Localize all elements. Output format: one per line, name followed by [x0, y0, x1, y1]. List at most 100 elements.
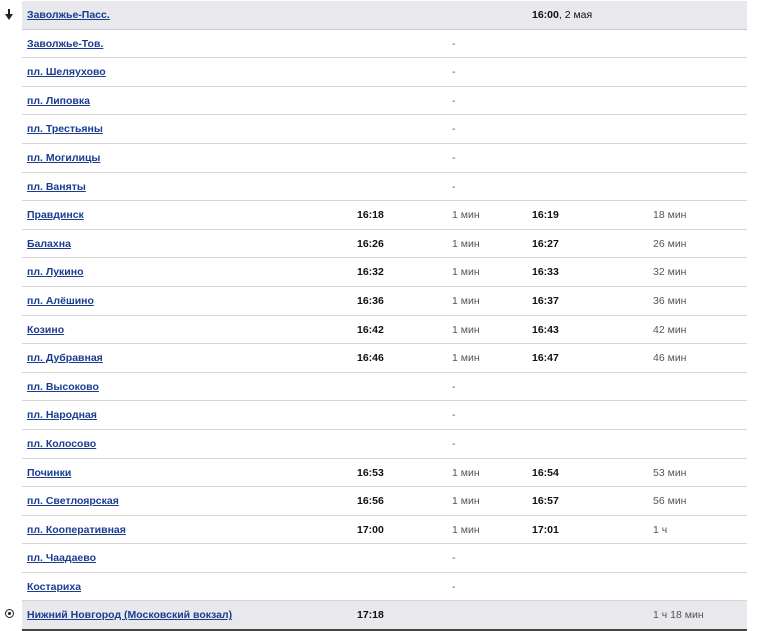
station-link[interactable]: Козино: [27, 324, 64, 336]
travel-time: 42 мин: [653, 323, 687, 336]
departure-date: , 2 мая: [558, 9, 593, 21]
station-link[interactable]: пл. Могилицы: [27, 152, 100, 164]
stop-duration: -: [452, 151, 456, 164]
arrival-time: 16:53: [357, 466, 384, 479]
stop-duration: 1 мин: [452, 466, 480, 479]
station-link[interactable]: Заволжье-Пасс.: [27, 9, 110, 21]
arrival-time: 16:46: [357, 352, 384, 365]
stop-duration: 1 мин: [452, 237, 480, 250]
arrival-time: 16:42: [357, 323, 384, 336]
arrival-time: 16:56: [357, 495, 384, 508]
stop-duration: 1 мин: [452, 495, 480, 508]
arrow-down-icon: [4, 9, 14, 21]
stop-duration: -: [452, 580, 456, 593]
stop-duration: 1 мин: [452, 352, 480, 365]
departure-time-value: 16:27: [532, 237, 559, 250]
departure-time: 16:27: [532, 238, 559, 250]
travel-time: 1 ч 18 мин: [653, 609, 704, 622]
departure-time: 16:57: [532, 495, 559, 507]
station-link[interactable]: пл. Чаадаево: [27, 552, 96, 564]
schedule-row: пл. Высоково -: [22, 373, 747, 402]
stop-duration: 1 мин: [452, 209, 480, 222]
schedule-row: пл. Народная -: [22, 401, 747, 430]
station-link[interactable]: пл. Липовка: [27, 95, 90, 107]
travel-time: 56 мин: [653, 495, 687, 508]
schedule-row: Правдинск 16:18 1 мин 16:19 18 мин: [22, 201, 747, 230]
schedule-row: Нижний Новгород (Московский вокзал) 17:18…: [4, 601, 747, 631]
schedule-row: пл. Колосово -: [22, 430, 747, 459]
schedule-row: пл. Шеляухово -: [22, 58, 747, 87]
departure-time: 16:54: [532, 467, 559, 479]
travel-time: 1 ч: [653, 523, 668, 536]
arrival-time: 17:00: [357, 523, 384, 536]
departure-time-value: 16:19: [532, 209, 559, 222]
travel-time: 46 мин: [653, 352, 687, 365]
travel-time: 53 мин: [653, 466, 687, 479]
schedule-row: пл. Трестьяны -: [22, 115, 747, 144]
station-link[interactable]: пл. Народная: [27, 409, 97, 421]
schedule-row: Заволжье-Тов. -: [22, 30, 747, 59]
travel-time: 36 мин: [653, 294, 687, 307]
stop-duration: -: [452, 123, 456, 136]
travel-time: 32 мин: [653, 266, 687, 279]
schedule-row: пл. Дубравная 16:46 1 мин 16:47 46 мин: [22, 344, 747, 373]
station-link[interactable]: пл. Лукино: [27, 266, 84, 278]
stop-duration: -: [452, 66, 456, 79]
schedule-row: пл. Алёшино 16:36 1 мин 16:37 36 мин: [22, 287, 747, 316]
stop-duration: 1 мин: [452, 323, 480, 336]
arrival-time: 16:26: [357, 237, 384, 250]
schedule-row: пл. Липовка -: [22, 87, 747, 116]
station-link[interactable]: Балахна: [27, 238, 71, 250]
station-link[interactable]: пл. Шеляухово: [27, 66, 106, 78]
departure-time: 16:00, 2 мая: [532, 9, 592, 21]
departure-time-value: 16:00: [532, 9, 559, 21]
station-link[interactable]: Заволжье-Тов.: [27, 38, 103, 50]
departure-time-value: 16:54: [532, 466, 559, 479]
stop-duration: -: [452, 552, 456, 565]
station-link[interactable]: Починки: [27, 467, 71, 479]
schedule-row: Починки 16:53 1 мин 16:54 53 мин: [22, 459, 747, 488]
schedule-row: пл. Кооперативная 17:00 1 мин 17:01 1 ч: [22, 516, 747, 545]
departure-time-value: 16:37: [532, 294, 559, 307]
circle-dot-icon: [4, 609, 14, 621]
departure-time: 16:19: [532, 209, 559, 221]
station-link[interactable]: Костариха: [27, 581, 81, 593]
station-link[interactable]: Правдинск: [27, 209, 84, 221]
departure-time-value: 17:01: [532, 523, 559, 536]
station-link[interactable]: пл. Высоково: [27, 381, 99, 393]
station-link[interactable]: пл. Кооперативная: [27, 524, 126, 536]
station-link[interactable]: пл. Алёшино: [27, 295, 94, 307]
schedule-row: Заволжье-Пасс. 16:00, 2 мая: [5, 1, 747, 30]
schedule-row: пл. Лукино 16:32 1 мин 16:33 32 мин: [22, 258, 747, 287]
station-link[interactable]: пл. Трестьяны: [27, 123, 103, 135]
schedule-row: Козино 16:42 1 мин 16:43 42 мин: [22, 316, 747, 345]
stop-duration: -: [452, 380, 456, 393]
station-link[interactable]: пл. Ваняты: [27, 181, 86, 193]
schedule-row: Балахна 16:26 1 мин 16:27 26 мин: [22, 230, 747, 259]
schedule-row: пл. Чаадаево -: [22, 544, 747, 573]
schedule-row: пл. Светлоярская 16:56 1 мин 16:57 56 мин: [22, 487, 747, 516]
arrival-time: 17:18: [357, 609, 384, 622]
departure-time: 16:37: [532, 295, 559, 307]
route-schedule-table: Заволжье-Пасс. 16:00, 2 мая Заволжье-Тов. -…: [0, 1, 757, 631]
arrival-time: 16:36: [357, 294, 384, 307]
travel-time: 18 мин: [653, 209, 687, 222]
departure-time-value: 16:43: [532, 323, 559, 336]
stop-duration: 1 мин: [452, 523, 480, 536]
departure-time: 17:01: [532, 524, 559, 536]
stop-duration: -: [452, 180, 456, 193]
arrival-time: 16:18: [357, 209, 384, 222]
departure-time: 16:33: [532, 266, 559, 278]
station-link[interactable]: Нижний Новгород (Московский вокзал): [27, 609, 232, 621]
departure-time: 16:43: [532, 324, 559, 336]
station-link[interactable]: пл. Светлоярская: [27, 495, 119, 507]
departure-time: 16:47: [532, 352, 559, 364]
stop-duration: -: [452, 437, 456, 450]
stop-duration: 1 мин: [452, 266, 480, 279]
schedule-row: пл. Ваняты -: [22, 173, 747, 202]
station-link[interactable]: пл. Колосово: [27, 438, 96, 450]
arrival-time: 16:32: [357, 266, 384, 279]
station-link[interactable]: пл. Дубравная: [27, 352, 103, 364]
schedule-row: Костариха -: [22, 573, 747, 602]
departure-time-value: 16:57: [532, 495, 559, 508]
